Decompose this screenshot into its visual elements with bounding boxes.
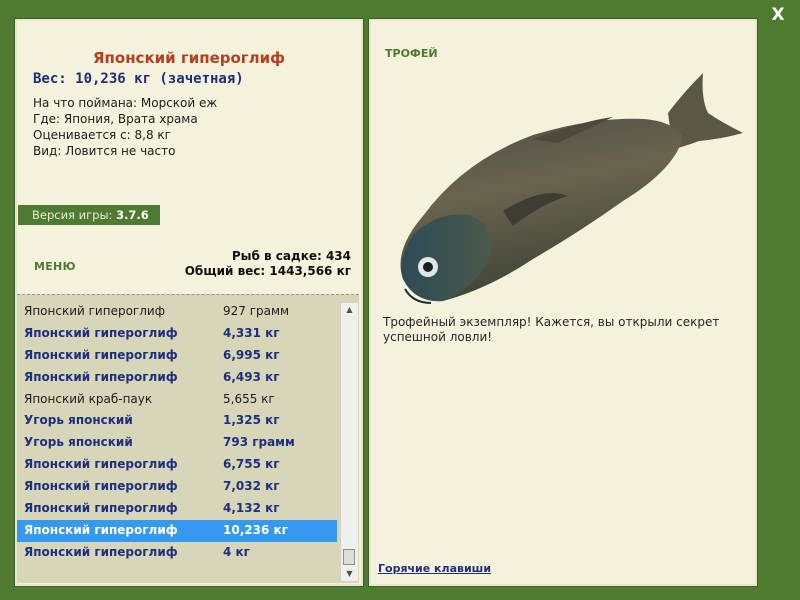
fish-weight: Вес: 10,236 кг (зачетная) [33, 71, 244, 87]
catch-row[interactable]: Японский гипероглиф 4 кг [17, 542, 337, 564]
version-number: 3.7.6 [116, 208, 149, 222]
catch-fish-name: Японский гипероглиф [24, 457, 178, 472]
fish-info-panel: Японский гипероглиф Вес: 10,236 кг (заче… [15, 19, 363, 586]
keepnet-stats: Рыб в садке: 434 Общий вес: 1443,566 кг [185, 249, 351, 279]
catch-row[interactable]: Японский гипероглиф 927 грамм [17, 301, 337, 323]
rated-from-info: Оценивается с: 8,8 кг [33, 128, 171, 142]
menu-button[interactable]: МЕНЮ [34, 260, 76, 273]
catch-row[interactable]: Угорь японский 1,325 кг [17, 410, 337, 432]
catch-fish-weight: 5,655 кг [223, 391, 275, 406]
close-button[interactable]: X [768, 4, 788, 26]
catch-fish-weight: 4,331 кг [223, 325, 280, 340]
bait-info: На что поймана: Морской еж [33, 96, 218, 110]
catch-fish-weight: 1,325 кг [223, 413, 280, 428]
version-badge: Версия игры: 3.7.6 [18, 205, 160, 225]
fish-name-title: Японский гипероглиф [92, 49, 286, 67]
catch-fish-name: Японский краб-паук [24, 391, 153, 406]
catch-row[interactable]: Японский гипероглиф 7,032 кг [17, 476, 337, 498]
scroll-thumb[interactable] [343, 549, 355, 565]
rarity-info: Вид: Ловится не часто [33, 144, 176, 158]
catch-fish-name: Угорь японский [24, 413, 133, 428]
catch-fish-name: Японский гипероглиф [24, 347, 178, 362]
catch-list-scrollbar[interactable]: ▲ ▼ [340, 303, 358, 581]
catch-row[interactable]: Японский гипероглиф 6,755 кг [17, 454, 337, 476]
catch-fish-name: Японский гипероглиф [24, 544, 178, 559]
catch-fish-name: Японский гипероглиф [24, 369, 178, 384]
catch-fish-name: Японский гипероглиф [24, 325, 178, 340]
catch-list-rows: Японский гипероглиф 927 грамм Японский гип… [17, 301, 337, 564]
hotkeys-link[interactable]: Горячие клавиши [378, 562, 491, 575]
catch-fish-weight: 7,032 кг [223, 479, 280, 494]
catch-fish-name: Японский гипероглиф [24, 522, 178, 537]
catch-fish-weight: 4 кг [223, 544, 250, 559]
catch-fish-weight: 927 грамм [223, 304, 290, 318]
total-weight: Общий вес: 1443,566 кг [184, 264, 351, 278]
catch-row[interactable]: Японский гипероглиф 6,493 кг [17, 367, 337, 389]
catch-row[interactable]: Угорь японский 793 грамм [17, 432, 337, 454]
catch-fish-weight: 4,132 кг [223, 501, 280, 516]
catch-fish-weight: 6,755 кг [223, 457, 280, 472]
catch-fish-weight: 10,236 кг [223, 522, 288, 537]
version-label: Версия игры: [32, 208, 113, 222]
fish-photo [400, 73, 743, 304]
catch-fish-weight: 6,995 кг [223, 347, 280, 362]
catch-fish-name: Угорь японский [24, 435, 133, 450]
catch-row-selected[interactable]: Японский гипероглиф 10,236 кг [17, 519, 337, 542]
catch-fish-name: Японский гипероглиф [24, 304, 165, 318]
catch-row[interactable]: Японский краб-паук 5,655 кг [17, 389, 337, 411]
trophy-message: Трофейный экземпляр! Кажется, вы открыли… [383, 315, 720, 344]
catch-row[interactable]: Японский гипероглиф 4,331 кг [17, 323, 337, 345]
catch-fish-name: Японский гипероглиф [24, 479, 178, 494]
location-info: Где: Япония, Врата храма [33, 112, 198, 126]
fish-count: Рыб в садке: 434 [231, 249, 351, 263]
fish-pupil [423, 262, 433, 272]
catch-list: Японский гипероглиф 927 грамм Японский гип… [17, 294, 359, 583]
scroll-up-icon[interactable]: ▲ [341, 303, 358, 317]
catch-fish-weight: 6,493 кг [223, 369, 280, 384]
scroll-down-icon[interactable]: ▼ [341, 567, 358, 581]
catch-fish-name: Японский гипероглиф [24, 501, 178, 516]
fish-details: Японский гипероглиф Вес: 10,236 кг (заче… [17, 21, 361, 305]
catch-fish-weight: 793 грамм [223, 435, 295, 450]
catch-row[interactable]: Японский гипероглиф 4,132 кг [17, 498, 337, 520]
catch-row[interactable]: Японский гипероглиф 6,995 кг [17, 345, 337, 367]
trophy-panel: ТРОФЕЙ Трофейный экземпляр! Кажется, вы … [369, 19, 757, 586]
